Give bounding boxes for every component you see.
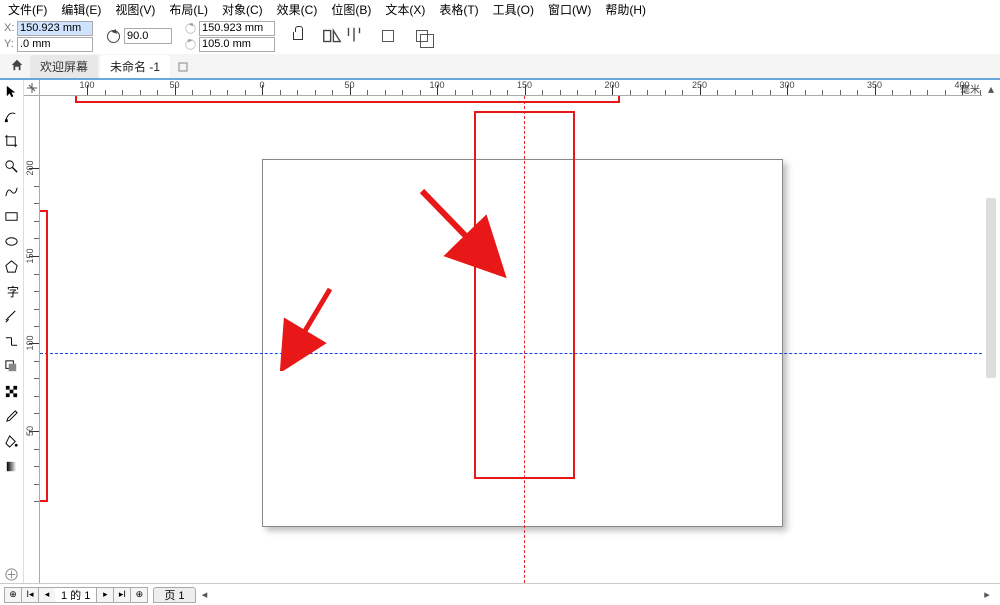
tab-document-1[interactable]: 未命名 -1 xyxy=(100,55,170,78)
position-group: X: Y: xyxy=(4,21,93,52)
crop-tool[interactable] xyxy=(3,132,21,150)
eyedropper-tool[interactable] xyxy=(3,407,21,425)
menu-help[interactable]: 帮助(H) xyxy=(601,1,650,18)
quick-customize-button[interactable] xyxy=(3,565,21,583)
bounding-box-button[interactable] xyxy=(377,25,399,47)
canvas[interactable] xyxy=(40,96,982,583)
home-icon[interactable] xyxy=(4,55,30,78)
pick-tool[interactable] xyxy=(3,82,21,100)
tab-close-icon[interactable] xyxy=(172,58,194,78)
tab-welcome[interactable]: 欢迎屏幕 xyxy=(30,55,98,78)
hscroll-left-icon[interactable]: ◂ xyxy=(196,587,214,603)
menu-bitmap[interactable]: 位图(B) xyxy=(327,1,375,18)
scroll-up-icon[interactable]: ▴ xyxy=(982,80,1000,98)
rotate-icon xyxy=(107,30,120,43)
annotation-box-toolbox xyxy=(40,210,48,502)
svg-text:字: 字 xyxy=(7,284,19,299)
menu-edit[interactable]: 编辑(E) xyxy=(57,1,105,18)
rotation-input[interactable] xyxy=(124,28,172,44)
menu-view[interactable]: 视图(V) xyxy=(111,1,159,18)
rotation-group xyxy=(107,28,172,44)
text-tool[interactable]: 字 xyxy=(3,282,21,300)
rotate-ccw-icon xyxy=(185,39,195,49)
ellipse-tool[interactable] xyxy=(3,232,21,250)
menu-text[interactable]: 文本(X) xyxy=(381,1,429,18)
interactive-fill-tool[interactable] xyxy=(3,457,21,475)
size-group xyxy=(184,21,275,52)
rotate-cw-icon xyxy=(185,23,195,33)
add-page-button[interactable]: ⊕ xyxy=(4,587,22,603)
work-area: 字 毫米 10050050100150200250300350400 20015… xyxy=(0,78,1000,583)
drop-shadow-tool[interactable] xyxy=(3,357,21,375)
rectangle-tool[interactable] xyxy=(3,207,21,225)
x-label: X: xyxy=(4,22,15,34)
menu-effects[interactable]: 效果(C) xyxy=(273,1,322,18)
x-input[interactable] xyxy=(17,21,93,36)
shape-tool[interactable] xyxy=(3,107,21,125)
menu-file[interactable]: 文件(F) xyxy=(4,1,51,18)
hscroll-right-icon[interactable]: ▸ xyxy=(978,587,996,603)
document-tabs: 欢迎屏幕 未命名 -1 xyxy=(0,54,1000,78)
height-input[interactable] xyxy=(199,37,275,52)
annotation-box-canvas xyxy=(474,111,575,479)
menu-table[interactable]: 表格(T) xyxy=(435,1,482,18)
zoom-tool[interactable] xyxy=(3,157,21,175)
vertical-ruler[interactable]: 20015010050 xyxy=(24,96,40,583)
add-page-after-button[interactable]: ⊕ xyxy=(130,587,148,603)
menu-window[interactable]: 窗口(W) xyxy=(544,1,595,18)
prev-page-button[interactable]: ◂ xyxy=(38,587,56,603)
page-tab-1[interactable]: 页 1 xyxy=(153,587,195,603)
horizontal-ruler[interactable]: 毫米 10050050100150200250300350400 xyxy=(40,80,982,96)
page-counter: 1 的 1 xyxy=(55,587,96,603)
lock-ratio-button[interactable] xyxy=(287,25,309,47)
menu-bar: 文件(F) 编辑(E) 视图(V) 布局(L) 对象(C) 效果(C) 位图(B… xyxy=(0,0,1000,18)
transparency-tool[interactable] xyxy=(3,382,21,400)
menu-object[interactable]: 对象(C) xyxy=(218,1,267,18)
y-input[interactable] xyxy=(17,37,93,52)
status-bar: ⊕ I◂ ◂ 1 的 1 ▸ ▸I ⊕ 页 1 ◂ ▸ xyxy=(0,583,1000,605)
menu-layout[interactable]: 布局(L) xyxy=(165,1,212,18)
first-page-button[interactable]: I◂ xyxy=(21,587,39,603)
connector-tool[interactable] xyxy=(3,332,21,350)
next-page-button[interactable]: ▸ xyxy=(96,587,114,603)
fill-tool[interactable] xyxy=(3,432,21,450)
page-navigator: ⊕ I◂ ◂ 1 的 1 ▸ ▸I ⊕ xyxy=(4,587,147,603)
ruler-origin[interactable] xyxy=(24,80,40,96)
annotation-box-ruler xyxy=(75,96,620,103)
property-bar: X: Y: xyxy=(0,18,1000,54)
mirror-h-button[interactable] xyxy=(321,25,343,47)
toolbox: 字 xyxy=(0,80,24,583)
width-input[interactable] xyxy=(199,21,275,36)
last-page-button[interactable]: ▸I xyxy=(113,587,131,603)
polygon-tool[interactable] xyxy=(3,257,21,275)
snap-options-button[interactable] xyxy=(343,25,365,47)
duplicate-button[interactable] xyxy=(411,25,433,47)
vertical-scrollbar[interactable]: ▴ xyxy=(982,80,1000,583)
menu-tools[interactable]: 工具(O) xyxy=(489,1,538,18)
parallel-dimension-tool[interactable] xyxy=(3,307,21,325)
scroll-thumb[interactable] xyxy=(986,198,996,378)
y-label: Y: xyxy=(4,38,15,50)
freehand-tool[interactable] xyxy=(3,182,21,200)
